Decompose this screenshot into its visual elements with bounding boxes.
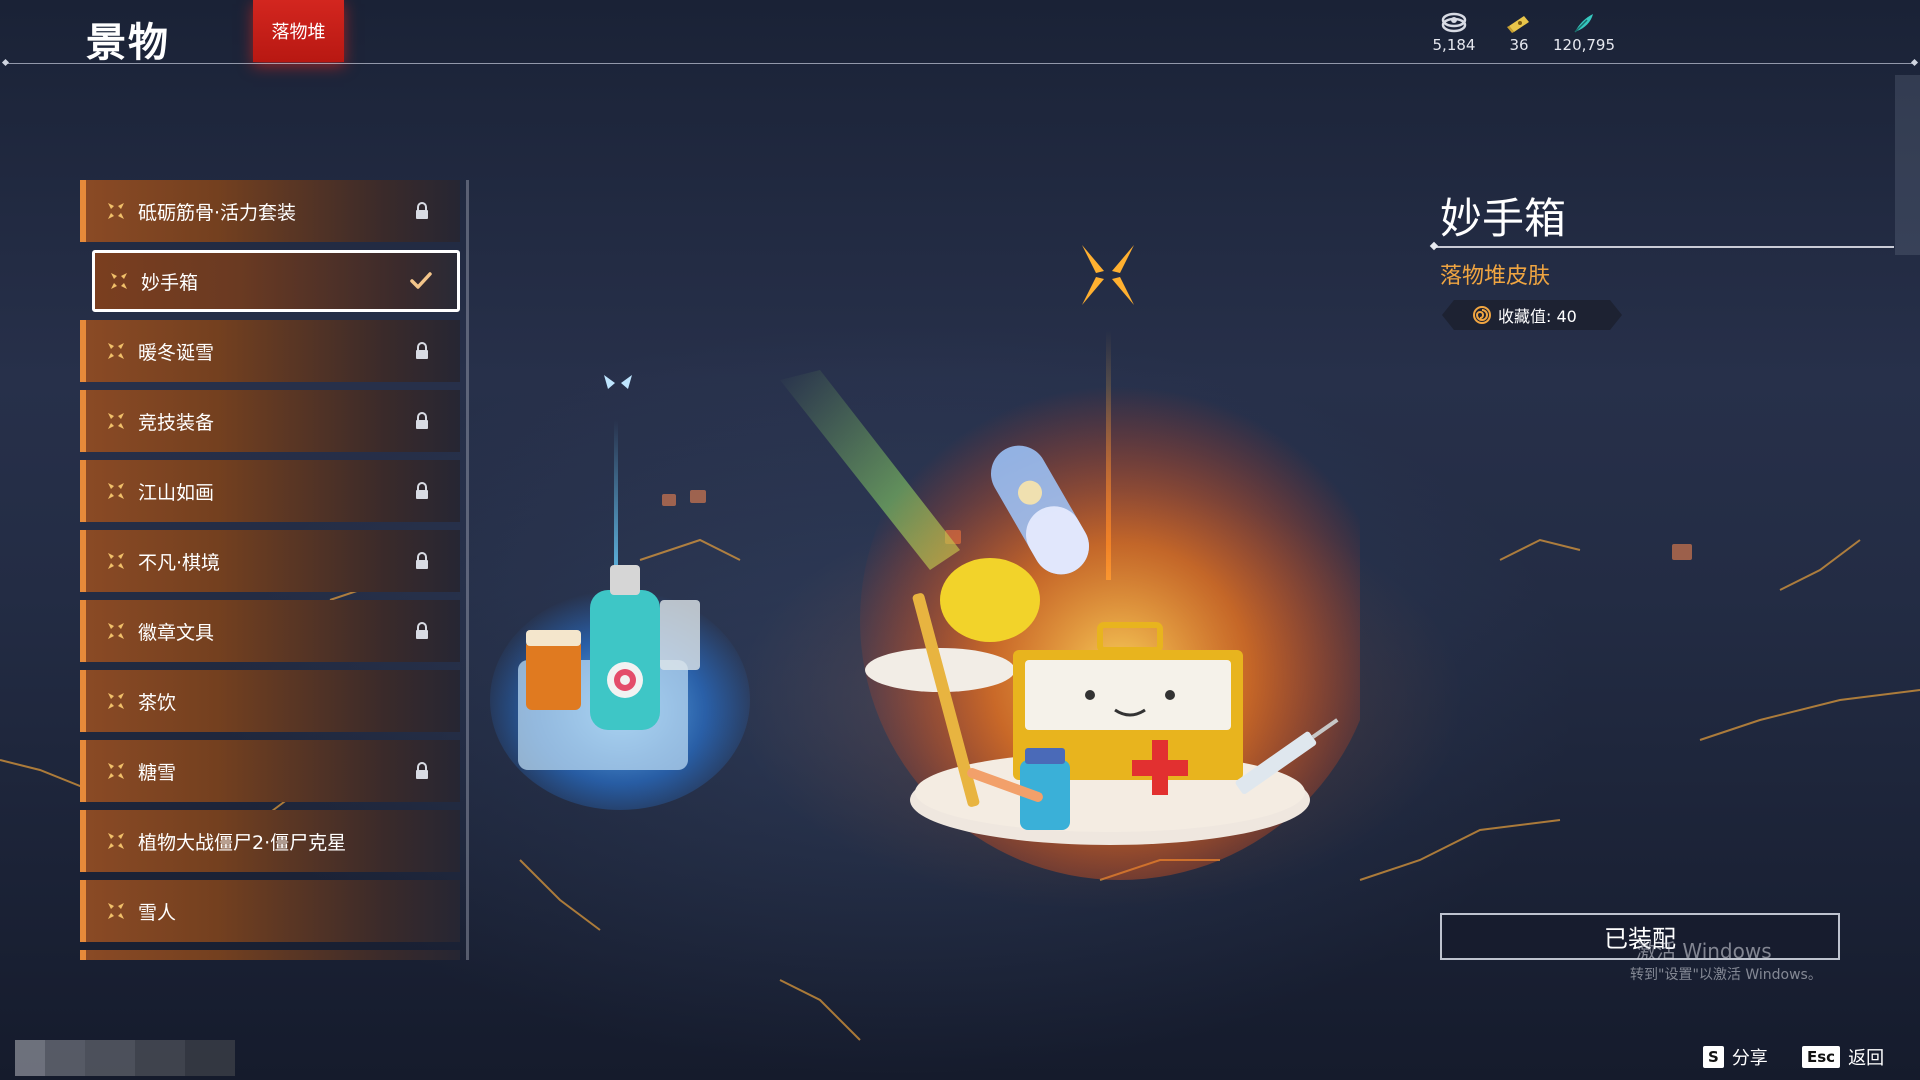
flower-emblem-icon (108, 763, 124, 779)
back-hint[interactable]: Esc 返回 (1802, 1044, 1884, 1070)
list-item[interactable]: 江山如画 (80, 460, 460, 522)
list-item-label: 竞技装备 (138, 411, 215, 434)
flower-emblem-icon (108, 693, 124, 709)
item-title: 妙手箱 (1440, 194, 1567, 243)
windows-watermark-title: 激活 Windows (1636, 939, 1772, 963)
top-bar: 景物 落物堆 5,184 36 120,795 (0, 0, 1920, 66)
list-item-label: 暖冬诞雪 (138, 341, 215, 364)
list-item[interactable]: 徽章文具 (80, 600, 460, 662)
list-item[interactable]: 暖冬诞雪 (80, 320, 460, 382)
list-item-label: 妙手箱 (141, 271, 199, 294)
coin-stack-icon (1441, 12, 1467, 33)
flower-emblem-icon (108, 623, 124, 639)
share-key: S (1703, 1046, 1724, 1068)
list-item-label: 徽章文具 (138, 621, 215, 644)
back-key: Esc (1802, 1046, 1841, 1068)
flower-emblem-icon (108, 833, 124, 849)
title-divider (1434, 246, 1894, 248)
list-item[interactable]: 茶饮 (80, 670, 460, 732)
list-item-label: 茶饮 (138, 691, 177, 714)
list-item-label: 糖雪 (138, 761, 177, 784)
lock-icon (416, 482, 428, 499)
item-category: 落物堆皮肤 (1440, 264, 1551, 289)
list-item[interactable]: 砥砺筋骨·活力套装 (80, 180, 460, 242)
share-label: 分享 (1731, 1048, 1768, 1069)
page-title: 景物 (86, 20, 170, 66)
check-icon (410, 272, 432, 289)
list-item[interactable]: 雪人 (80, 880, 460, 942)
lock-icon (416, 552, 428, 569)
right-edge-scrollbar[interactable] (1895, 75, 1920, 255)
collect-value-text: 收藏值: 40 (1498, 307, 1577, 326)
flower-emblem-icon (108, 903, 124, 919)
tab-drop-pile[interactable]: 落物堆 (253, 0, 344, 62)
share-hint[interactable]: S 分享 (1703, 1044, 1768, 1070)
list-item-label: 江山如画 (138, 481, 215, 504)
list-item-selected[interactable]: 妙手箱 (92, 250, 460, 312)
ticket-icon (1507, 16, 1529, 33)
list-item-label: 植物大战僵尸2·僵尸克星 (138, 831, 347, 854)
feather-icon (1574, 14, 1593, 33)
collect-value-badge: 收藏值: 40 (1442, 300, 1622, 330)
flower-emblem-icon (108, 483, 124, 499)
lock-icon (416, 412, 428, 429)
butterfly-emblem-icon (1082, 245, 1134, 305)
list-item-label: 雪人 (138, 901, 177, 924)
windows-watermark-subtitle: 转到"设置"以激活 Windows。 (1630, 967, 1822, 983)
list-item[interactable]: 糖雪 (80, 740, 460, 802)
flower-emblem-icon (108, 343, 124, 359)
flower-emblem-icon (111, 273, 127, 289)
list-item-partial[interactable] (80, 950, 460, 960)
list-item[interactable]: 竞技装备 (80, 390, 460, 452)
list-item-label: 砥砺筋骨·活力套装 (138, 201, 297, 224)
flower-emblem-icon (108, 553, 124, 569)
list-scrollbar[interactable] (466, 180, 469, 960)
back-label: 返回 (1848, 1048, 1885, 1069)
list-item[interactable]: 植物大战僵尸2·僵尸克星 (80, 810, 460, 872)
lock-icon (416, 622, 428, 639)
lock-icon (416, 202, 428, 219)
spiral-collect-icon (1472, 305, 1492, 325)
pixelated-user-id (15, 1040, 235, 1076)
list-item[interactable]: 不凡·棋境 (80, 530, 460, 592)
skin-list[interactable]: 砥砺筋骨·活力套装 妙手箱 暖冬诞雪 竞技装备 江山如画 不凡·棋境 徽章文具 … (80, 180, 460, 960)
list-item-label: 不凡·棋境 (138, 551, 221, 574)
drop-pile-preview-scene (490, 245, 1360, 880)
lock-icon (416, 342, 428, 359)
flower-emblem-icon (108, 203, 124, 219)
flower-emblem-icon (108, 413, 124, 429)
top-divider (6, 63, 1914, 64)
currency-feathers: 120,795 (1544, 12, 1624, 54)
lock-icon (416, 762, 428, 779)
currency-feathers-value: 120,795 (1552, 36, 1616, 54)
